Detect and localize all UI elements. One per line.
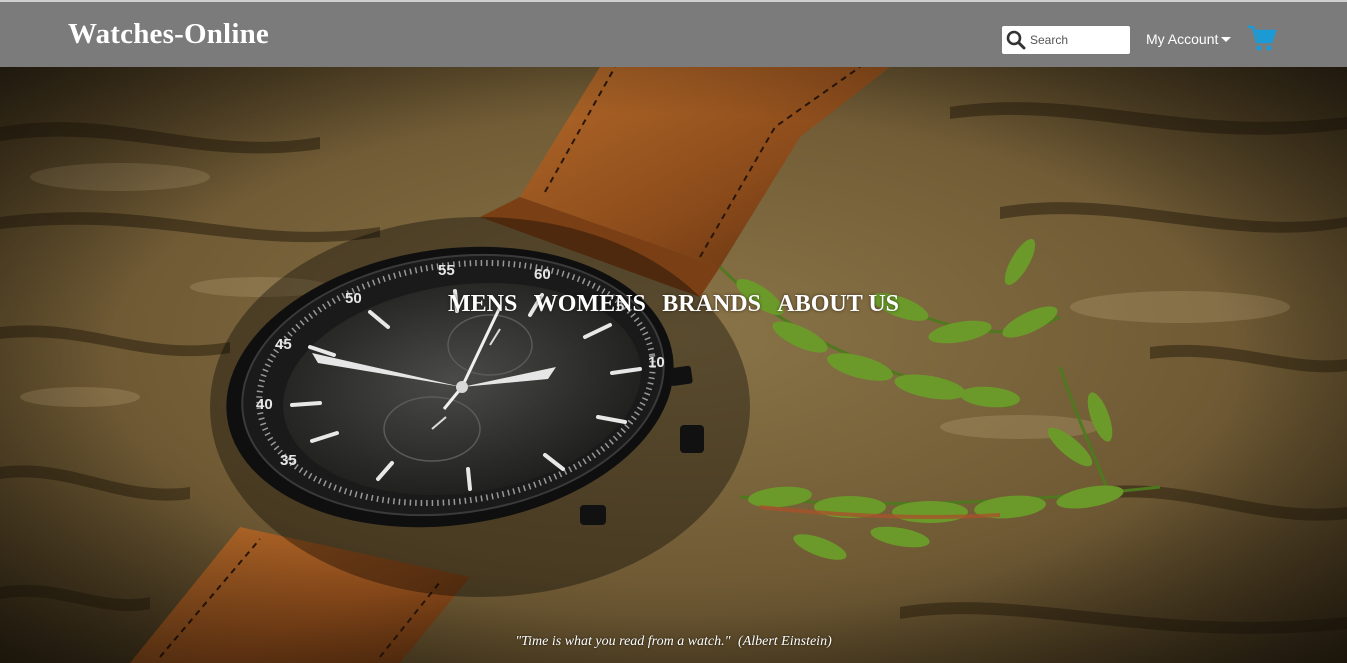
nav-about-us[interactable]: ABOUT US xyxy=(777,291,899,318)
nav-womens[interactable]: WOMENS xyxy=(534,291,646,318)
search-icon[interactable] xyxy=(1005,29,1027,51)
shopping-cart-icon[interactable] xyxy=(1247,23,1277,53)
hero-watch-image: 55 60 5 10 50 45 40 35 xyxy=(0,67,1347,663)
caret-down-icon xyxy=(1221,37,1232,42)
nav-brands[interactable]: BRANDS xyxy=(662,291,761,318)
hero-quote: "Time is what you read from a watch." (A… xyxy=(0,634,1347,650)
site-logo[interactable]: Watches-Online xyxy=(68,18,269,51)
quote-author: (Albert Einstein) xyxy=(738,634,832,649)
search-box[interactable] xyxy=(1002,26,1130,54)
my-account-label: My Account xyxy=(1146,31,1219,47)
main-nav: MENS WOMENS BRANDS ABOUT US xyxy=(0,291,1347,318)
search-input[interactable] xyxy=(1030,28,1130,52)
my-account-dropdown[interactable]: My Account xyxy=(1146,31,1232,47)
nav-mens[interactable]: MENS xyxy=(448,291,517,318)
hero-banner: 55 60 5 10 50 45 40 35 xyxy=(0,67,1347,663)
quote-text: "Time is what you read from a watch." xyxy=(515,634,731,649)
top-navbar: Watches-Online My Account xyxy=(0,0,1347,67)
